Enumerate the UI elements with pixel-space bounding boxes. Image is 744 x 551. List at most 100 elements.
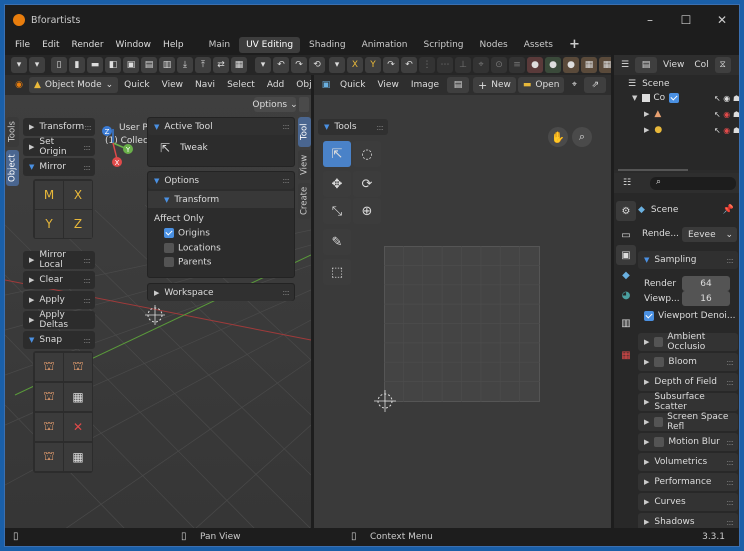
- curves-panel[interactable]: ▶ Curves::::: [638, 493, 738, 511]
- select-circle-tool[interactable]: ◌: [353, 141, 381, 167]
- apply-panel[interactable]: ▶ Apply::::: [23, 291, 95, 309]
- bloom-panel[interactable]: ▶ Bloom::::: [638, 353, 738, 371]
- navigation-gizmo[interactable]: Z Y X: [97, 121, 137, 171]
- select-box-tool[interactable]: ⇱: [323, 141, 351, 167]
- menu-render[interactable]: Render: [66, 35, 110, 55]
- render-engine-select[interactable]: Eevee ⌄: [682, 227, 737, 242]
- pin-image-icon[interactable]: ⌖: [566, 77, 583, 93]
- outliner-object-row-1[interactable]: ▶ ▲ ↖ ◉ ☗: [644, 109, 739, 119]
- viewport-denoise-checkbox[interactable]: Viewport Denoi...: [644, 311, 735, 321]
- menu-view[interactable]: View: [156, 76, 189, 94]
- viewport-samples-field[interactable]: 16: [682, 291, 730, 306]
- menu-window[interactable]: Window: [110, 35, 158, 55]
- redo-icon[interactable]: ↷: [291, 57, 307, 73]
- history-icon[interactable]: ⟲: [309, 57, 325, 73]
- transform-tool[interactable]: ⊕: [353, 198, 381, 224]
- filter-icon[interactable]: ⧖: [714, 57, 731, 73]
- mirror-z-button[interactable]: Z: [64, 210, 92, 238]
- menu-edit[interactable]: Edit: [36, 35, 65, 55]
- rotate-ccw-icon[interactable]: ↶: [401, 57, 417, 73]
- outliner-collection-row[interactable]: ▼ Co ↖ ◉ ☗: [632, 93, 739, 103]
- new-file-icon[interactable]: ▯: [51, 57, 67, 73]
- outliner-object-row-2[interactable]: ▶ ● ↖ ◉ ☗: [644, 125, 739, 135]
- menu-help[interactable]: Help: [157, 35, 190, 55]
- volumetrics-panel[interactable]: ▶ Volumetrics::::: [638, 453, 738, 471]
- display-mode-icon[interactable]: ▤: [635, 57, 657, 73]
- pack-icon[interactable]: ●: [563, 57, 579, 73]
- new-doc-icon[interactable]: ▮: [69, 57, 85, 73]
- uv-editor-type-icon[interactable]: ▾: [329, 57, 345, 73]
- uv-tools-header[interactable]: ▼ Tools::::: [318, 119, 388, 135]
- texture-properties-tab[interactable]: ▦: [616, 345, 636, 365]
- apply-deltas-panel[interactable]: ▶ Apply Deltas: [23, 310, 95, 330]
- snap-cursor-to-selected-icon[interactable]: ⛫: [35, 353, 63, 381]
- pan-hand-icon[interactable]: ✋: [548, 127, 568, 147]
- outliner-view-menu[interactable]: View: [657, 56, 690, 74]
- weld-icon[interactable]: ⊥: [455, 57, 471, 73]
- mode-dropdown[interactable]: ▲ Object Mode ⌄: [29, 77, 119, 93]
- tab-nodes[interactable]: Nodes: [473, 37, 515, 53]
- menu-navi[interactable]: Navi: [189, 76, 221, 94]
- add-workspace-button[interactable]: +: [562, 37, 587, 53]
- tab-shading[interactable]: Shading: [302, 37, 353, 53]
- properties-search-input[interactable]: ⌕: [650, 177, 736, 190]
- transform-panel[interactable]: ▶ Transform::::: [23, 118, 95, 136]
- annotate-tool[interactable]: ✎: [323, 229, 351, 255]
- sampling-panel[interactable]: ▼ Sampling::::: [638, 251, 738, 269]
- clear-panel[interactable]: ▶ Clear::::: [23, 271, 95, 289]
- uv-menu-image[interactable]: Image: [405, 76, 445, 94]
- rotate-tool[interactable]: ⟳: [353, 171, 381, 197]
- align-icon[interactable]: ⋮: [419, 57, 435, 73]
- menu-object[interactable]: Object: [290, 76, 311, 94]
- mirror-x-icon[interactable]: X: [347, 57, 363, 73]
- mirror-panel[interactable]: ▼ Mirror::::: [23, 158, 95, 176]
- editor-type-icon[interactable]: ▾: [11, 57, 27, 73]
- ambient-occlusion-panel[interactable]: ▶ Ambient Occlusio: [638, 332, 738, 352]
- tab-assets[interactable]: Assets: [517, 37, 560, 53]
- motion-blur-panel[interactable]: ▶ Motion Blur::::: [638, 433, 738, 451]
- tab-tool[interactable]: Tool: [298, 117, 311, 147]
- sidebar-toggle[interactable]: [299, 97, 309, 112]
- image-editor-icon[interactable]: ▣: [318, 77, 334, 93]
- mirror-y-button[interactable]: Y: [35, 210, 63, 238]
- outliner-col-menu[interactable]: Col: [690, 56, 712, 74]
- mirror-local-panel[interactable]: ▶ Mirror Local::::: [23, 250, 95, 270]
- new-image-button[interactable]: + New: [473, 77, 516, 93]
- uv-viewport[interactable]: ▼ Tools:::: ⇱ ◌ ✥ ⟳ ⤡ ⊕ ✎ ⬚ ✋ ⌕: [314, 95, 611, 529]
- open-image-button[interactable]: ▬ Open: [517, 77, 565, 93]
- tweak-tool[interactable]: ⇱ Tweak: [148, 135, 294, 161]
- depth-of-field-panel[interactable]: ▶ Depth of Field::::: [638, 373, 738, 391]
- snap-panel[interactable]: ▼ Snap::::: [23, 331, 95, 349]
- menu-quick[interactable]: Quick: [118, 76, 155, 94]
- menu-add[interactable]: Add: [261, 76, 290, 94]
- mirror-y-icon[interactable]: Y: [365, 57, 381, 73]
- undo-dropdown-icon[interactable]: ▾: [255, 57, 271, 73]
- menu-select[interactable]: Select: [221, 76, 261, 94]
- close-button[interactable]: ✕: [704, 5, 739, 35]
- scene-properties-tab[interactable]: ◆: [616, 265, 636, 285]
- locations-checkbox[interactable]: Locations: [148, 241, 294, 256]
- snap-cursor-to-active-icon[interactable]: ⛫: [64, 353, 92, 381]
- snap-selection-to-cursor-icon[interactable]: ⛫: [35, 383, 63, 411]
- mirror-x-button[interactable]: X: [64, 181, 92, 209]
- menu-file[interactable]: File: [9, 35, 36, 55]
- tab-create[interactable]: Create: [298, 183, 311, 219]
- island-icon[interactable]: ●: [545, 57, 561, 73]
- set-origin-panel[interactable]: ▶ Set Origin::::: [23, 137, 95, 157]
- save-icon[interactable]: ▣: [123, 57, 139, 73]
- export-icon[interactable]: ⤒: [195, 57, 211, 73]
- properties-editor-icon[interactable]: ☷: [619, 175, 635, 191]
- unpin-icon[interactable]: ⊙: [491, 57, 507, 73]
- world-properties-tab[interactable]: ◕: [616, 285, 636, 305]
- snap-cursor-to-world-icon[interactable]: ⛫: [35, 413, 63, 441]
- uv-menu-view[interactable]: View: [371, 76, 404, 94]
- tab-uv-editing[interactable]: UV Editing: [239, 37, 301, 53]
- subsurface-scattering-panel[interactable]: ▶ Subsurface Scatter: [638, 392, 738, 412]
- rotate-cw-icon[interactable]: ↷: [383, 57, 399, 73]
- stitch-icon[interactable]: ⋯: [437, 57, 453, 73]
- tab-object[interactable]: Object: [6, 150, 19, 186]
- menu-toggle-icon[interactable]: ▾: [29, 57, 45, 73]
- uv-menu-quick[interactable]: Quick: [334, 76, 371, 94]
- snap-selection-to-active-icon[interactable]: ⛫: [35, 443, 63, 471]
- parents-checkbox[interactable]: Parents: [148, 255, 294, 270]
